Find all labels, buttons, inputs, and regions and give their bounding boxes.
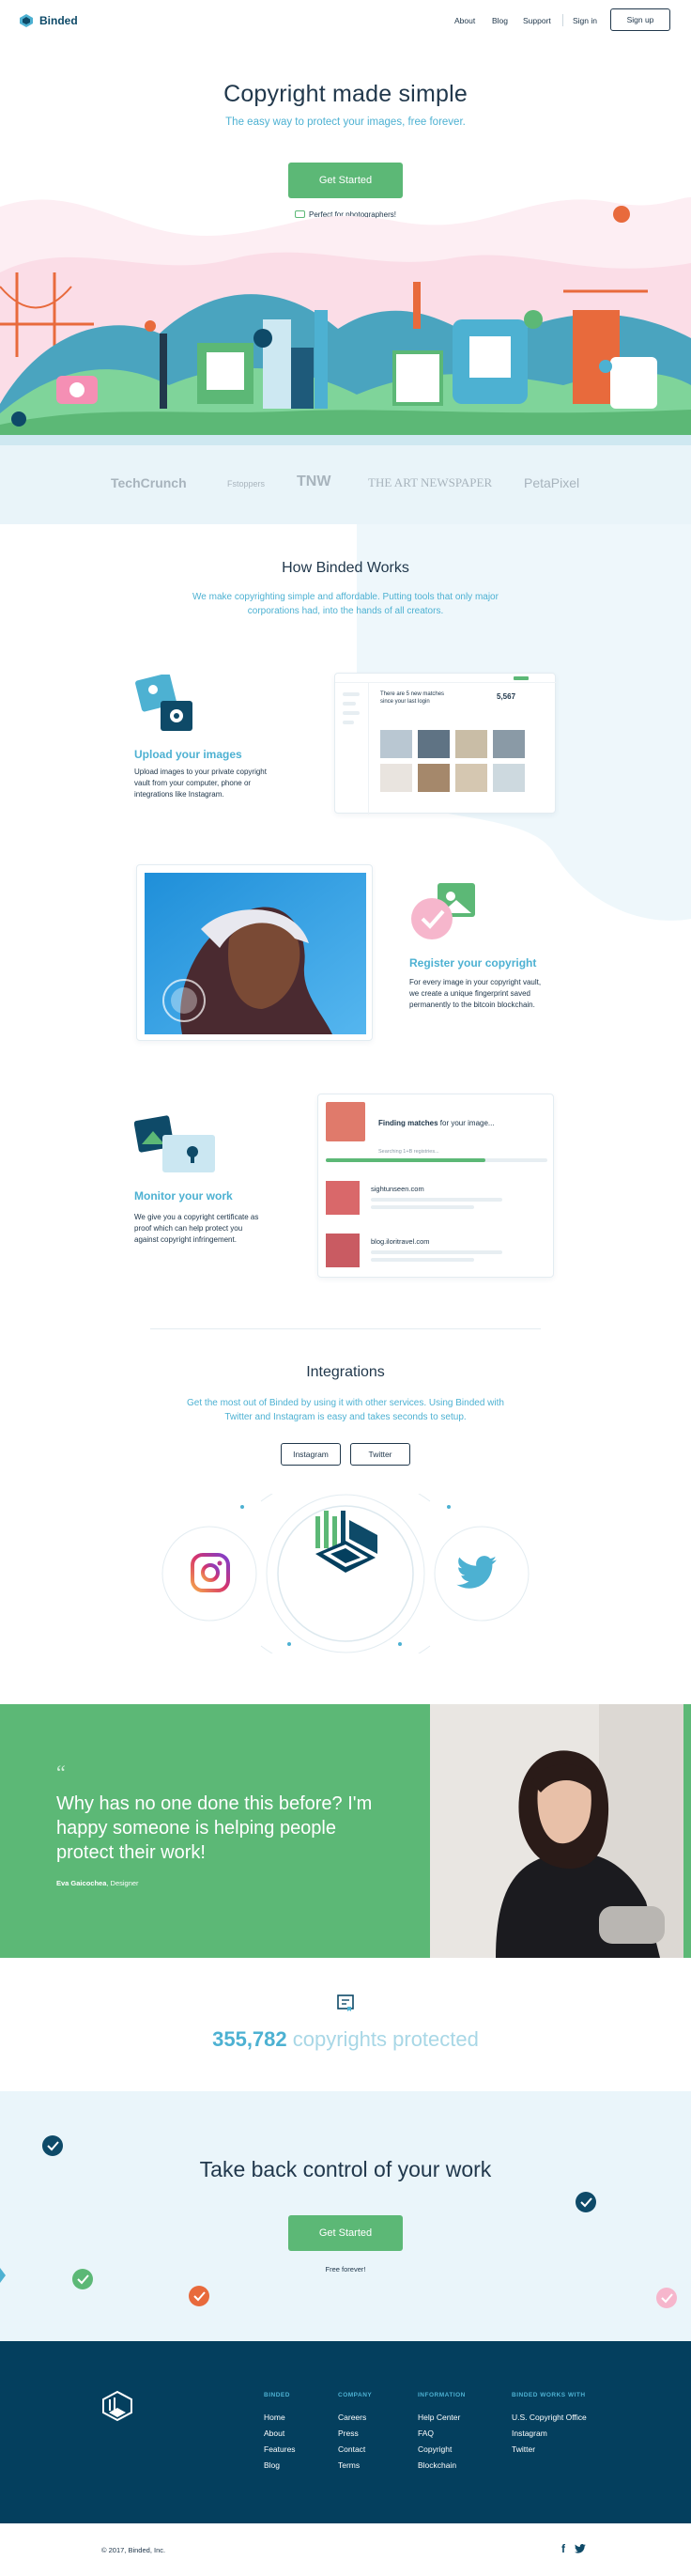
monitor-finding-text: Finding matches for your image... — [378, 1119, 495, 1127]
upload-dashboard-mockup: There are 5 new matches since your last l… — [334, 673, 557, 815]
register-copyright-icon — [411, 883, 475, 939]
feature-upload-title: Upload your images — [134, 748, 242, 761]
integrations-title: Integrations — [306, 1364, 385, 1380]
upload-images-icon — [135, 675, 192, 731]
stats-label: copyrights protected — [286, 2027, 479, 2051]
brand-logo[interactable]: Binded — [19, 13, 78, 28]
stats-count: 355,782 — [212, 2027, 287, 2051]
footer-bottom-bar: © 2017, Binded, Inc. f — [0, 2523, 691, 2576]
mockup-topbar — [335, 674, 557, 683]
footer-twitter-icon[interactable] — [575, 2544, 586, 2553]
footer-col-works-with-heading: BINDED WORKS WITH — [512, 2392, 586, 2398]
mockup-image-grid — [380, 730, 525, 792]
twitter-button[interactable]: Twitter — [350, 1443, 410, 1466]
facebook-icon[interactable]: f — [561, 2542, 565, 2555]
register-photo-card — [136, 864, 373, 1041]
monitor-searching-text: Searching 1+B registries... — [378, 1149, 439, 1155]
press-logo-petapixel: PetaPixel — [524, 475, 580, 490]
monitor-result-thumbnail-2 — [326, 1234, 360, 1267]
monitor-result-thumbnail-1 — [326, 1181, 360, 1215]
certificate-icon — [337, 1994, 354, 2011]
monitor-result-1[interactable]: sightunseen.com — [371, 1185, 424, 1193]
signup-button[interactable]: Sign up — [610, 8, 670, 31]
press-logo-techcrunch: TechCrunch — [111, 475, 187, 490]
twitter-icon[interactable] — [456, 1556, 498, 1590]
hero-subtitle: The easy way to protect your images, fre… — [225, 116, 466, 128]
footer-link-blog[interactable]: Blog — [264, 2460, 280, 2470]
feature-upload-desc: Upload images to your private copyright v… — [134, 768, 267, 799]
feature-monitor-desc: We give you a copyright certificate as pr… — [134, 1213, 259, 1244]
feature-register-desc: For every image in your copyright vault,… — [409, 978, 542, 1009]
bottom-get-started-button[interactable]: Get Started — [288, 2215, 403, 2251]
instagram-button[interactable]: Instagram — [281, 1443, 341, 1466]
monitor-progress-bar — [326, 1158, 547, 1162]
nav-blog-link[interactable]: Blog — [492, 16, 508, 25]
bottom-cta-title: Take back control of your work — [199, 2157, 492, 2181]
how-section-title: How Binded Works — [282, 560, 409, 576]
footer-link-twitter[interactable]: Twitter — [512, 2444, 535, 2454]
section-divider — [150, 1328, 541, 1329]
monitor-work-icon — [134, 1115, 215, 1172]
mockup-sidebar — [335, 683, 369, 815]
quote-mark-icon: “ — [56, 1761, 66, 1784]
brand-name: Binded — [39, 14, 78, 27]
monitor-results-mockup: Finding matches for your image... Search… — [317, 1094, 554, 1278]
top-header: Binded About Blog Support Sign in Sign u… — [0, 0, 691, 41]
feature-register-title: Register your copyright — [409, 956, 537, 970]
footer-link-instagram[interactable]: Instagram — [512, 2429, 547, 2438]
monitor-source-thumbnail — [326, 1102, 365, 1141]
footer-copyright: © 2017, Binded, Inc. — [101, 2546, 166, 2554]
footer-link-home[interactable]: Home — [264, 2413, 285, 2422]
mockup-matches-text: There are 5 new matches since your last l… — [380, 691, 445, 705]
monitor-result-2[interactable]: blog.iloritravel.com — [371, 1237, 430, 1246]
footer-link-press[interactable]: Press — [338, 2429, 359, 2438]
footer-link-careers[interactable]: Careers — [338, 2413, 366, 2422]
bottom-cta-note: Free forever! — [325, 2265, 366, 2273]
press-logo-art-newspaper: THE ART NEWSPAPER — [368, 475, 493, 489]
footer-link-copyright[interactable]: Copyright — [418, 2444, 452, 2454]
instagram-icon[interactable] — [190, 1552, 231, 1593]
nav-about-link[interactable]: About — [454, 16, 475, 25]
footer-link-terms[interactable]: Terms — [338, 2460, 360, 2470]
press-logo-fstoppers: Fstoppers — [227, 479, 266, 489]
integrations-subtitle-line2: Twitter and Instagram is easy and takes … — [224, 1412, 467, 1422]
footer-link-about[interactable]: About — [264, 2429, 284, 2438]
city-skyline-illustration — [0, 197, 691, 451]
footer-link-faq[interactable]: FAQ — [418, 2429, 434, 2438]
footer-col-information-heading: INFORMATION — [418, 2392, 466, 2398]
hero-title: Copyright made simple — [223, 81, 468, 107]
footer-link-contact[interactable]: Contact — [338, 2444, 365, 2454]
testimonial-author: Eva Gaicochea, Designer — [56, 1879, 139, 1887]
press-logos-bar: TechCrunch Fstoppers TNW THE ART NEWSPAP… — [0, 445, 691, 524]
nav-divider — [562, 14, 563, 26]
footer-link-blockchain[interactable]: Blockchain — [418, 2460, 456, 2470]
footer-col-binded-heading: BINDED — [264, 2392, 290, 2398]
stats-counter: 355,782 copyrights protected — [0, 2027, 691, 2052]
nav-support-link[interactable]: Support — [523, 16, 551, 25]
how-section-subtitle-line1: We make copyrighting simple and affordab… — [192, 592, 499, 602]
testimonial-edge-strip — [683, 1704, 691, 1958]
binded-logo-icon — [20, 14, 33, 27]
footer-logo-icon[interactable] — [101, 2390, 133, 2422]
testimonial-quote: Why has no one done this before? I'm hap… — [56, 1793, 373, 1863]
nav-signin-link[interactable]: Sign in — [573, 16, 597, 25]
integrations-subtitle-line1: Get the most out of Binded by using it w… — [187, 1398, 504, 1408]
feature-monitor-title: Monitor your work — [134, 1189, 233, 1203]
footer-link-features[interactable]: Features — [264, 2444, 296, 2454]
press-logo-tnw: TNW — [297, 473, 331, 489]
binded-integration-logo-icon — [315, 1511, 377, 1573]
testimonial-portrait-photo — [430, 1704, 683, 1958]
portrait-photo — [145, 873, 366, 1034]
footer-col-company-heading: COMPANY — [338, 2392, 373, 2398]
footer-link-us-copyright-office[interactable]: U.S. Copyright Office — [512, 2413, 587, 2422]
how-section-subtitle-line2: corporations had, into the hands of all … — [247, 606, 444, 616]
footer-link-help-center[interactable]: Help Center — [418, 2413, 460, 2422]
mockup-match-count: 5,567 — [497, 692, 516, 701]
site-footer: BINDED Home About Features Blog COMPANY … — [0, 2341, 691, 2523]
